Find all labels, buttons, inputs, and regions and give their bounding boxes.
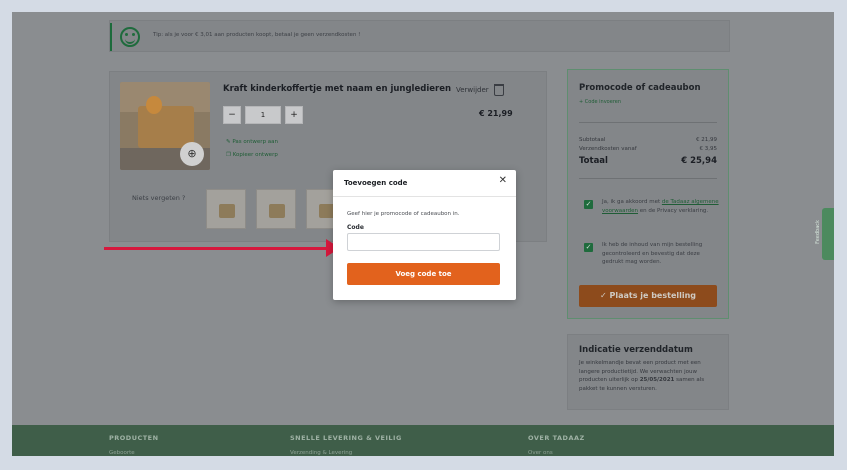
edit-design-label: Pas ontwerp aan bbox=[232, 139, 279, 145]
code-input[interactable] bbox=[347, 233, 500, 251]
subtotal-label: Subtotaal bbox=[579, 137, 606, 143]
shipping-date: 25/05/2021 bbox=[639, 377, 675, 383]
terms-pre: Ja, ik ga akkoord met bbox=[602, 199, 662, 205]
code-field-label: Code bbox=[347, 224, 364, 231]
footer-heading-products: PRODUCTEN bbox=[109, 434, 159, 442]
shipping-label: Verzendkosten vanaf bbox=[579, 146, 637, 152]
suggestion-thumb[interactable] bbox=[256, 189, 296, 229]
content-check-text: Ik heb de inhoud van mijn bestelling gec… bbox=[602, 242, 703, 265]
tip-text: Tip: als je voor € 3,01 aan producten ko… bbox=[153, 32, 361, 38]
shipping-title: Indicatie verzenddatum bbox=[579, 345, 693, 355]
quantity-increase-button[interactable]: + bbox=[285, 106, 303, 124]
suggestion-thumb[interactable] bbox=[206, 189, 246, 229]
copy-icon: ❐ bbox=[226, 152, 233, 158]
feedback-label: Feedback bbox=[814, 220, 821, 244]
subtotal-row: Subtotaal € 21,99 bbox=[579, 137, 717, 143]
zoom-icon[interactable]: ⊕ bbox=[180, 142, 204, 166]
add-code-modal: Toevoegen code ✕ Geef hier je promocode … bbox=[333, 170, 516, 300]
quantity-value[interactable]: 1 bbox=[245, 106, 281, 124]
page: Tip: als je voor € 3,01 aan producten ko… bbox=[12, 12, 834, 456]
item-price: € 21,99 bbox=[479, 109, 513, 118]
footer-heading-delivery: SNELLE LEVERING & VEILIG bbox=[290, 434, 402, 442]
order-summary-panel bbox=[567, 69, 729, 319]
quantity-decrease-button[interactable]: − bbox=[223, 106, 241, 124]
smiley-icon bbox=[120, 27, 140, 47]
modal-divider bbox=[333, 196, 516, 197]
edit-design-link[interactable]: ✎ Pas ontwerp aan bbox=[226, 139, 278, 145]
close-icon[interactable]: ✕ bbox=[499, 175, 507, 186]
see-also-label: Niets vergeten ? bbox=[132, 194, 186, 202]
feedback-tab[interactable]: Feedback bbox=[815, 208, 834, 260]
footer-link[interactable]: Over ons bbox=[528, 450, 553, 456]
terms-text: Ja, ik ga akkoord met de Tadaaz algemene… bbox=[602, 198, 720, 215]
annotation-arrow-line bbox=[104, 247, 326, 250]
modal-info-text: Geef hier je promocode of cadeaubon in. bbox=[347, 211, 460, 217]
shipping-text: Je winkelmandje bevat een product met ee… bbox=[579, 359, 719, 393]
shipping-row: Verzendkosten vanaf € 3,95 bbox=[579, 146, 717, 152]
tip-bar: Tip: als je voor € 3,01 aan producten ko… bbox=[109, 20, 730, 52]
trash-icon[interactable] bbox=[494, 84, 504, 96]
copy-design-label: Kopieer ontwerp bbox=[232, 152, 278, 158]
quantity-stepper: − 1 + bbox=[223, 106, 309, 124]
product-title[interactable]: Kraft kinderkoffertje met naam en jungle… bbox=[223, 84, 451, 94]
divider bbox=[579, 122, 717, 123]
footer-link[interactable]: Verzending & Levering bbox=[290, 450, 352, 456]
promo-code-link[interactable]: + Code invoeren bbox=[579, 99, 621, 105]
content-checkbox[interactable]: ✓ bbox=[584, 243, 593, 252]
total-row: Totaal € 25,94 bbox=[579, 156, 717, 166]
total-label: Totaal bbox=[579, 156, 608, 166]
divider bbox=[579, 178, 717, 179]
total-value: € 25,94 bbox=[681, 156, 717, 166]
shipping-value: € 3,95 bbox=[699, 146, 718, 152]
promo-title: Promocode of cadeaubon bbox=[579, 83, 701, 93]
footer-heading-about: OVER TADAAZ bbox=[528, 434, 585, 442]
modal-title: Toevoegen code bbox=[344, 179, 408, 187]
terms-checkbox[interactable]: ✓ bbox=[584, 200, 593, 209]
place-order-button[interactable]: ✓ Plaats je bestelling bbox=[579, 285, 717, 307]
remove-link[interactable]: Verwijder bbox=[456, 86, 489, 94]
add-code-button[interactable]: Voeg code toe bbox=[347, 263, 500, 285]
terms-post: en de Privacy verklaring. bbox=[638, 207, 709, 214]
copy-design-link[interactable]: ❐ Kopieer ontwerp bbox=[226, 152, 278, 158]
tip-accent-line bbox=[110, 23, 112, 51]
footer-link[interactable]: Geboorte bbox=[109, 450, 135, 456]
subtotal-value: € 21,99 bbox=[696, 137, 717, 143]
